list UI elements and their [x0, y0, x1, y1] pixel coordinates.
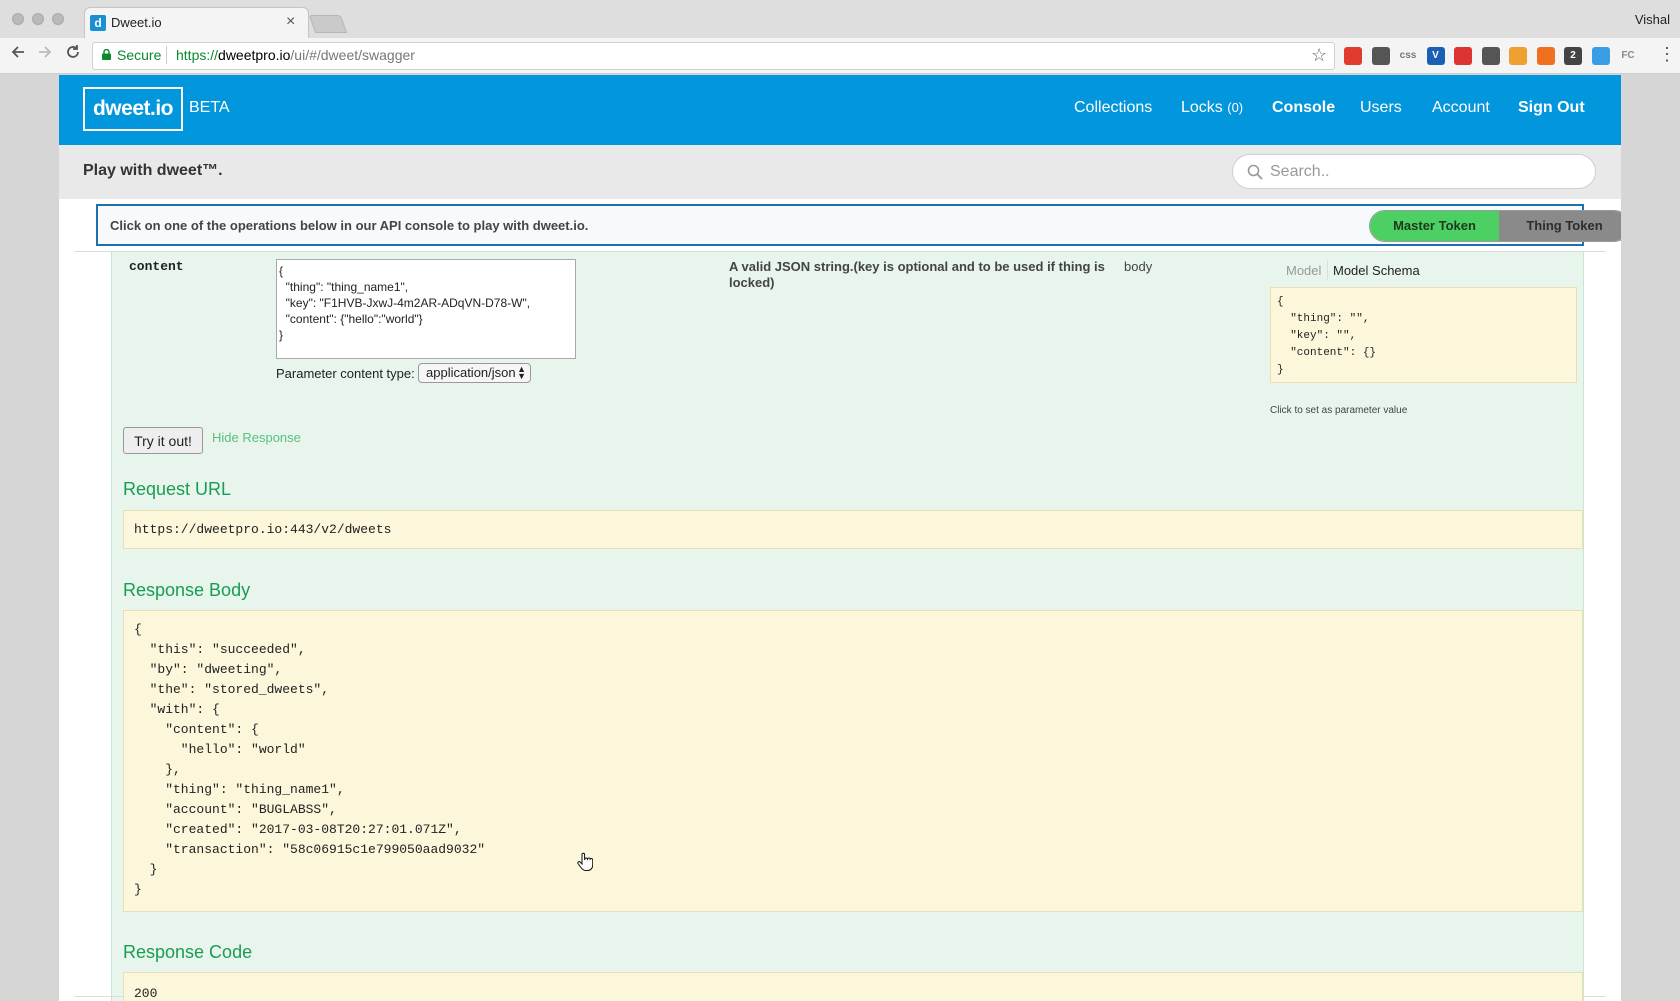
request-url-title: Request URL	[123, 479, 232, 499]
nav-sign-out[interactable]: Sign Out	[1518, 99, 1585, 117]
response-code-box: 200	[123, 972, 1583, 1001]
nav-users[interactable]: Users	[1360, 99, 1402, 117]
dweet-favicon-icon: d	[90, 15, 106, 31]
url-scheme: https://	[176, 47, 219, 63]
param-description: A valid JSON string.(key is optional and…	[729, 259, 1105, 290]
profile-name[interactable]: Vishal	[1635, 12, 1670, 27]
search-icon	[1247, 164, 1263, 180]
subheader: Play with dweet™.	[59, 145, 1621, 199]
v-icon[interactable]: V	[1426, 47, 1445, 65]
minimize-window-button[interactable]	[32, 13, 44, 25]
close-window-button[interactable]	[12, 13, 24, 25]
mail-icon[interactable]	[1481, 47, 1500, 65]
token-toggle[interactable]: Master Token Thing Token	[1369, 210, 1621, 242]
nav-locks-label: Locks	[1181, 99, 1223, 116]
maximize-window-button[interactable]	[52, 13, 64, 25]
color-icon[interactable]	[1509, 47, 1527, 65]
search-box[interactable]	[1232, 154, 1596, 189]
new-tab-button[interactable]	[308, 15, 348, 33]
thing-token-button[interactable]: Thing Token	[1499, 211, 1621, 241]
tab-title: Dweet.io	[111, 15, 162, 30]
css-icon[interactable]: css	[1399, 47, 1417, 65]
scissors-icon[interactable]	[1454, 47, 1472, 65]
fc-icon[interactable]: FC	[1619, 47, 1637, 65]
hand-cursor-icon	[577, 852, 593, 871]
url-text[interactable]: https://dweetpro.io/ui/#/dweet/swagger	[176, 47, 415, 63]
shield-icon[interactable]	[1591, 47, 1610, 65]
info-text: Click on one of the operations below in …	[110, 218, 589, 233]
nav-console[interactable]: Console	[1272, 99, 1335, 117]
secure-label: Secure	[117, 47, 162, 63]
master-token-button[interactable]: Master Token	[1370, 211, 1499, 241]
tab-close-icon[interactable]: ×	[286, 13, 295, 31]
model-tab-separator	[1327, 260, 1328, 280]
request-url-box: https://dweetpro.io:443/v2/dweets	[123, 510, 1583, 549]
opera-icon[interactable]	[1344, 47, 1362, 65]
response-code-title: Response Code	[123, 942, 253, 962]
site-header: dweet.io BETA Collections Locks (0) Cons…	[59, 75, 1621, 145]
url-host: dweetpro.io	[218, 47, 291, 63]
pocket-icon[interactable]	[1371, 47, 1390, 65]
response-body-box: { "this": "succeeded", "by": "dweeting",…	[123, 610, 1583, 912]
back-arrow-icon[interactable]	[10, 44, 26, 65]
url-path: /ui/#/dweet/swagger	[290, 47, 415, 63]
reload-icon[interactable]	[65, 44, 81, 65]
orange-icon[interactable]	[1536, 47, 1555, 65]
select-arrows-icon: ▲ ▼	[517, 364, 526, 381]
response-body-title: Response Body	[123, 580, 251, 600]
url-separator	[166, 46, 167, 64]
content-type-value: application/json	[426, 365, 516, 380]
model-schema-box[interactable]: { "thing": "", "key": "", "content": {} …	[1270, 287, 1577, 383]
nav-collections[interactable]: Collections	[1074, 99, 1152, 117]
nav-locks[interactable]: Locks (0)	[1181, 99, 1243, 117]
forward-arrow-icon[interactable]	[37, 44, 53, 65]
hide-response-link[interactable]: Hide Response	[212, 430, 301, 445]
panel-divider	[74, 251, 1606, 252]
dweet-logo[interactable]: dweet.io	[83, 87, 183, 131]
info-bar: Click on one of the operations below in …	[96, 204, 1621, 246]
param-name: content	[129, 259, 184, 274]
browser-menu-icon[interactable]: ⋮	[1658, 44, 1676, 65]
locks-count-badge: (0)	[1227, 100, 1244, 115]
bookmark-star-icon[interactable]: ☆	[1311, 45, 1327, 66]
lock-icon	[102, 49, 111, 60]
schema-hint: Click to set as parameter value	[1270, 405, 1408, 416]
try-it-out-button[interactable]: Try it out!	[123, 427, 203, 454]
content-type-select[interactable]: application/json ▲ ▼	[418, 363, 531, 383]
param-type: body	[1124, 259, 1153, 274]
param-value-textarea[interactable]	[276, 259, 576, 359]
page-title: Play with dweet™.	[83, 162, 223, 179]
content-type-label: Parameter content type:	[276, 366, 415, 381]
model-schema-tab[interactable]: Model Schema	[1333, 263, 1420, 278]
counter-icon[interactable]: 2	[1564, 47, 1582, 65]
model-tab[interactable]: Model	[1286, 263, 1321, 278]
search-input[interactable]	[1270, 160, 1580, 184]
nav-account[interactable]: Account	[1432, 99, 1490, 117]
beta-label: BETA	[189, 99, 230, 116]
